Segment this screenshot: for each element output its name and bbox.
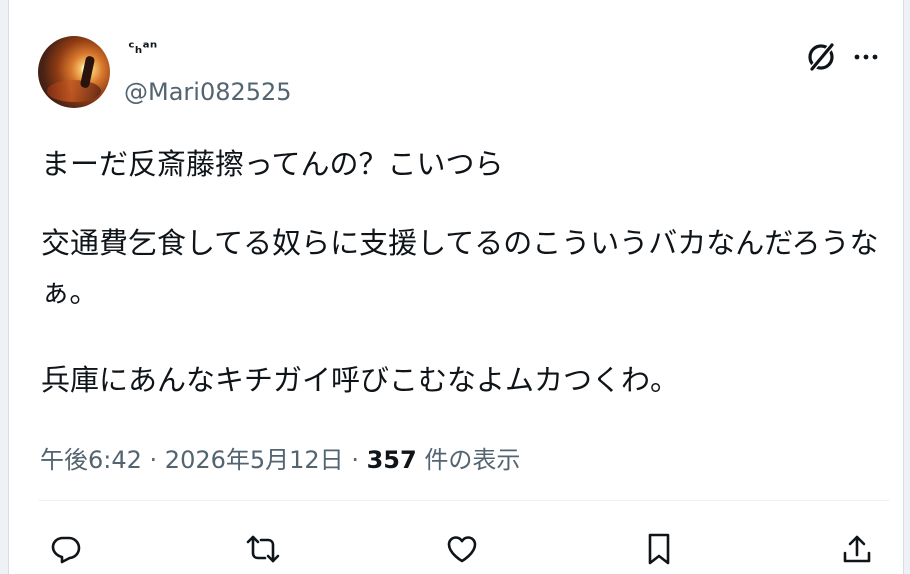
tweet-text-line-1: まーだ反斎藤擦ってんの？こいつら xyxy=(41,147,504,181)
grok-icon xyxy=(808,43,835,71)
meta-separator-2: · xyxy=(343,446,367,474)
tweet-meta: 午後6:42 · 2026年5月12日 · 357 件の表示 xyxy=(40,440,520,475)
share-button[interactable] xyxy=(833,525,881,573)
reply-button[interactable] xyxy=(42,525,90,573)
retweet-icon xyxy=(246,535,280,563)
share-icon xyxy=(843,535,871,563)
more-icon xyxy=(854,54,878,60)
avatar[interactable] xyxy=(38,36,110,108)
bookmark-button[interactable] xyxy=(635,525,683,573)
like-icon xyxy=(447,536,477,563)
like-button[interactable] xyxy=(438,525,486,573)
left-rail xyxy=(0,0,9,574)
tweet-date[interactable]: 2026年5月12日 xyxy=(165,446,344,474)
tweet-time[interactable]: 午後6:42 xyxy=(40,446,142,474)
meta-separator-1: · xyxy=(141,446,165,474)
views-count: 357 xyxy=(366,446,417,474)
tweet-text-line-2: 交通費乞食してる奴らに支援してるのこういうバカなんだろうなぁ。 xyxy=(41,226,879,309)
display-name[interactable]: ᶜₕᵃⁿ xyxy=(128,38,157,57)
more-options-button[interactable] xyxy=(845,36,887,78)
reply-icon xyxy=(51,536,81,564)
views-label: 件の表示 xyxy=(416,446,521,474)
username[interactable]: @Mari082525 xyxy=(124,78,292,106)
tweet-actions xyxy=(38,525,890,573)
retweet-button[interactable] xyxy=(239,525,287,573)
actions-divider xyxy=(38,500,890,501)
right-rail xyxy=(903,0,910,574)
grok-button[interactable] xyxy=(802,38,840,76)
tweet-text-line-3: 兵庫にあんなキチガイ呼びこむなよムカつくわ。 xyxy=(41,363,680,397)
bookmark-icon xyxy=(648,533,670,565)
tweet-text: まーだ反斎藤擦ってんの？こいつら 交通費乞食してる奴らに支援してるのこういうバカ… xyxy=(41,140,893,405)
